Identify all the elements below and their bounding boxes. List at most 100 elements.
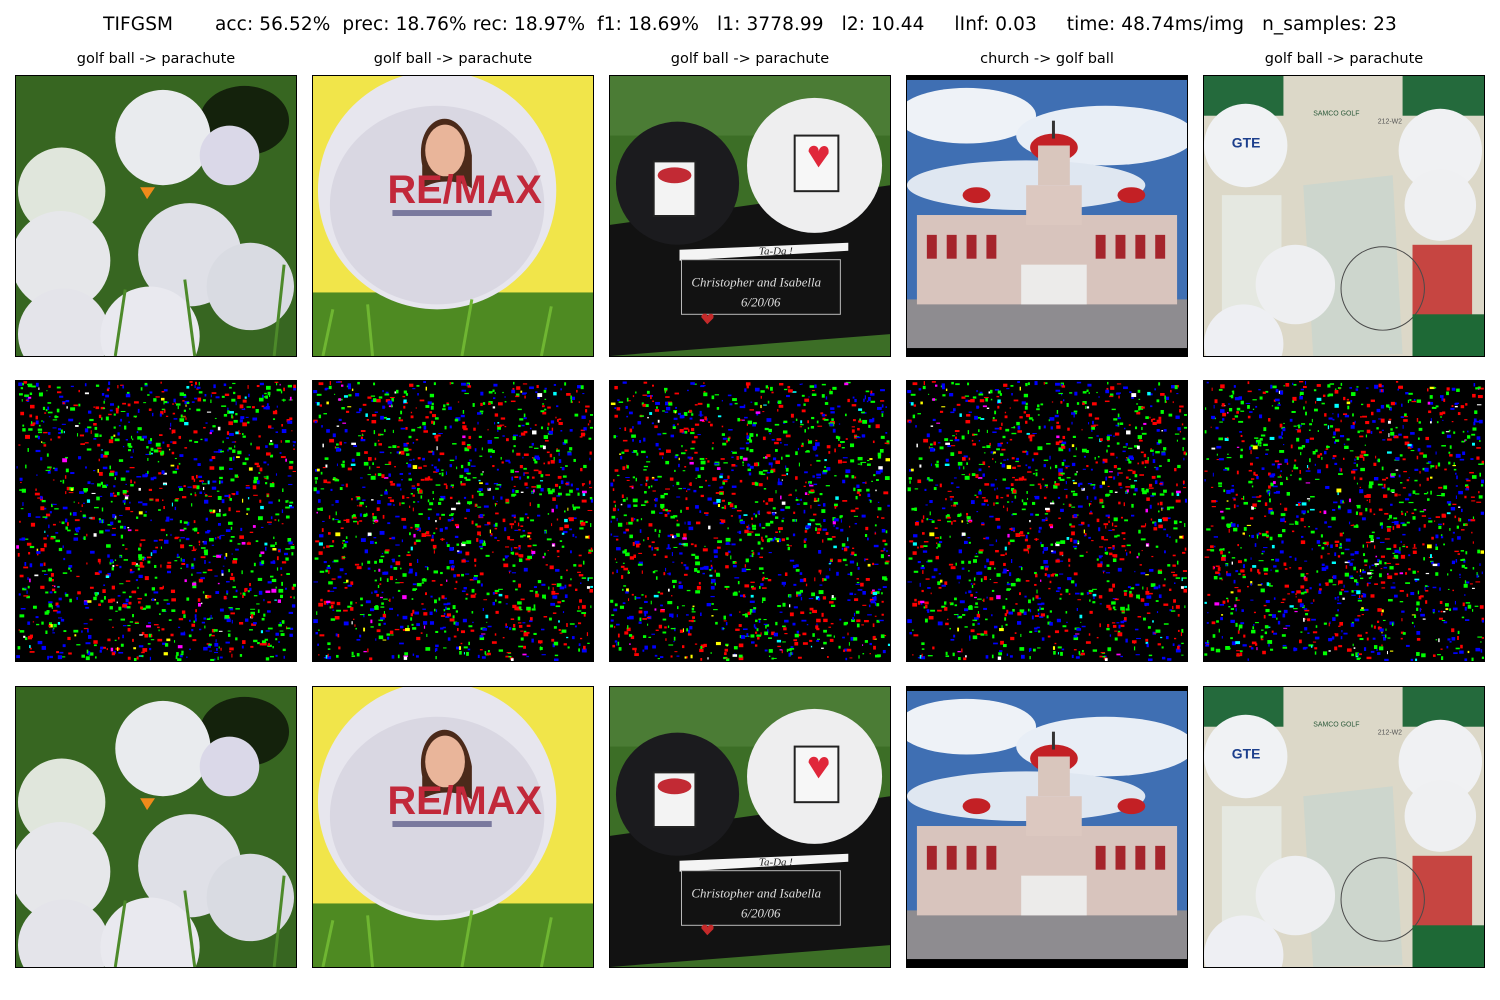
- noise-pixel: [482, 607, 484, 611]
- noise-pixel: [1176, 483, 1178, 487]
- noise-pixel: [470, 465, 476, 467]
- noise-pixel: [861, 624, 864, 626]
- noise-pixel: [678, 488, 683, 490]
- noise-pixel: [389, 537, 392, 540]
- noise-pixel: [188, 619, 191, 622]
- noise-pixel: [922, 570, 924, 574]
- noise-pixel: [473, 575, 478, 577]
- noise-pixel: [551, 488, 555, 493]
- noise-pixel: [1123, 538, 1126, 540]
- noise-pixel: [744, 416, 748, 419]
- noise-pixel: [563, 643, 567, 646]
- noise-pixel: [820, 525, 822, 528]
- noise-pixel: [1011, 501, 1014, 503]
- noise-pixel: [315, 632, 318, 635]
- noise-pixel: [69, 512, 72, 516]
- noise-pixel: [646, 501, 649, 503]
- noise-pixel: [691, 611, 696, 613]
- noise-pixel: [1112, 435, 1116, 437]
- noise-pixel: [1034, 627, 1038, 630]
- noise-pixel: [355, 602, 357, 604]
- noise-pixel: [879, 449, 884, 453]
- noise-pixel: [865, 526, 869, 531]
- noise-pixel: [736, 509, 742, 512]
- noise-pixel: [511, 389, 516, 394]
- noise-pixel: [545, 474, 551, 476]
- noise-pixel: [809, 484, 814, 487]
- noise-pixel: [804, 538, 807, 541]
- noise-pixel: [390, 565, 393, 569]
- noise-pixel: [583, 427, 587, 431]
- noise-pixel: [76, 597, 78, 600]
- noise-pixel: [612, 644, 616, 648]
- noise-pixel: [640, 450, 646, 454]
- noise-pixel: [654, 409, 660, 412]
- noise-pixel: [1167, 458, 1170, 462]
- noise-pixel: [202, 591, 205, 594]
- noise-pixel: [547, 513, 550, 515]
- noise-pixel: [991, 614, 993, 617]
- noise-pixel: [73, 537, 79, 541]
- noise-pixel: [454, 587, 457, 590]
- noise-pixel: [642, 394, 648, 396]
- noise-pixel: [110, 500, 113, 503]
- noise-pixel: [729, 403, 733, 406]
- noise-pixel: [734, 505, 737, 509]
- noise-pixel: [910, 402, 914, 406]
- noise-pixel: [664, 626, 667, 629]
- noise-pixel: [467, 385, 472, 388]
- noise-pixel: [487, 521, 491, 525]
- noise-pixel: [449, 459, 455, 462]
- noise-pixel: [724, 505, 727, 510]
- noise-pixel: [1012, 608, 1015, 612]
- noise-pixel: [781, 479, 783, 481]
- noise-pixel: [23, 635, 26, 638]
- noise-pixel: [496, 468, 499, 471]
- noise-pixel: [282, 488, 284, 493]
- noise-pixel: [1011, 457, 1015, 460]
- noise-pixel: [1074, 583, 1077, 587]
- noise-pixel: [142, 503, 148, 506]
- noise-pixel: [716, 407, 720, 410]
- noise-pixel: [351, 655, 356, 658]
- noise-pixel: [765, 502, 769, 505]
- noise-pixel: [781, 501, 786, 505]
- noise-pixel: [229, 386, 232, 389]
- noise-pixel: [193, 620, 196, 623]
- noise-pixel: [1183, 451, 1186, 455]
- noise-pixel: [416, 483, 420, 487]
- noise-pixel: [107, 599, 113, 603]
- noise-pixel: [233, 419, 238, 423]
- noise-pixel: [125, 598, 129, 603]
- noise-pixel: [198, 603, 202, 607]
- noise-pixel: [579, 637, 583, 640]
- noise-pixel: [882, 649, 886, 654]
- noise-pixel: [34, 574, 39, 577]
- noise-pixel: [1006, 388, 1010, 390]
- noise-pixel: [275, 632, 279, 636]
- noise-pixel: [749, 449, 754, 453]
- noise-pixel: [925, 604, 928, 609]
- noise-pixel: [333, 587, 337, 589]
- noise-pixel: [113, 485, 116, 488]
- noise-pixel: [412, 458, 415, 461]
- noise-pixel: [473, 577, 478, 581]
- noise-pixel: [880, 400, 885, 402]
- noise-pixel: [680, 543, 686, 545]
- noise-pixel: [179, 539, 181, 542]
- noise-pixel: [231, 653, 233, 658]
- noise-pixel: [293, 448, 295, 451]
- noise-pixel: [1031, 615, 1034, 620]
- noise-pixel: [1025, 580, 1030, 582]
- noise-pixel: [200, 577, 205, 580]
- noise-pixel: [1125, 638, 1128, 643]
- noise-pixel: [19, 630, 25, 633]
- noise-pixel: [489, 529, 492, 534]
- noise-pixel: [1155, 629, 1161, 633]
- noise-pixel: [534, 460, 538, 464]
- noise-pixel: [271, 588, 277, 593]
- noise-pixel: [635, 477, 638, 482]
- noise-pixel: [415, 407, 417, 409]
- noise-pixel: [384, 393, 390, 396]
- noise-pixel: [707, 657, 709, 660]
